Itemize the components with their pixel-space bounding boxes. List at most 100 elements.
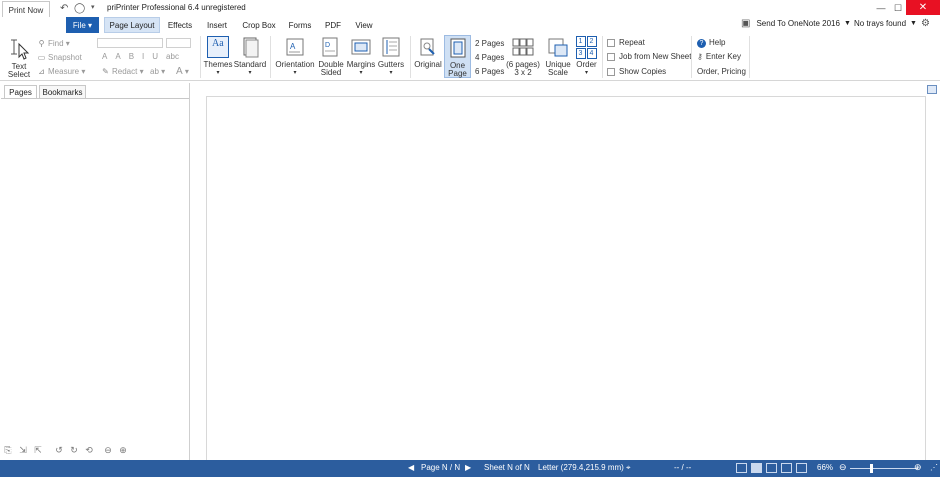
thumbnail-list[interactable] [1,98,189,443]
page-preview[interactable] [206,96,926,461]
rotate-both-icon[interactable]: ⟲ [84,445,94,455]
search-icon[interactable]: ◯ [74,3,85,14]
previous-page-icon[interactable]: ◀ [408,463,414,472]
separator [410,36,411,78]
tab-pdf[interactable]: PDF [320,17,346,33]
format-buttons[interactable]: AABIUabc [102,52,179,61]
underline-icon[interactable]: U [152,52,166,61]
tab-effects[interactable]: Effects [164,17,196,33]
rotate-right-icon[interactable]: ↻ [69,445,79,455]
order-pricing-link[interactable]: Order, Pricing [697,67,746,76]
printer-select[interactable]: ▣ Send To OneNote 2016 ▼ [741,15,851,31]
separator [602,36,603,78]
checkbox-icon [607,52,615,61]
cursor-position-icon: ⌖ [626,463,631,472]
checkbox-icon [607,67,615,76]
undo-icon[interactable]: ↶ [60,3,68,14]
orientation-icon: A [284,36,306,58]
font-family-combo[interactable] [97,38,163,48]
redact-button[interactable]: ✎ Redact ▾ [101,67,143,76]
page-indicator: Page N / N [421,463,461,472]
font-size-combo[interactable] [166,38,191,48]
two-pages-button[interactable]: 2 Pages [475,39,504,48]
double-sided-button[interactable]: D Double Sided [316,36,346,77]
help-button[interactable]: ? Help [697,38,725,48]
six-pages-button[interactable]: 6 Pages [475,67,504,76]
measure-button[interactable]: ⊿ Measure ▾ [37,67,85,76]
cursor-icon [8,38,30,60]
bold-icon[interactable]: B [129,52,142,61]
zoom-out-icon[interactable]: ⊖ [839,462,847,473]
original-button[interactable]: Original [413,36,443,69]
strikethrough-icon[interactable]: abc [166,52,179,61]
snapshot-button[interactable]: ▭ Snapshot [37,53,82,62]
enter-key-button[interactable]: ⚷ Enter Key [697,52,741,61]
minimize-button[interactable]: — [872,1,890,15]
margins-label: Margins [346,60,376,69]
margins-button[interactable]: Margins ▾ [346,36,376,77]
text-select-button[interactable]: Text Select [6,38,32,79]
view-book-icon[interactable] [736,463,747,473]
zoom-slider[interactable] [850,468,918,469]
tab-bookmarks[interactable]: Bookmarks [39,85,86,99]
tab-insert[interactable]: Insert [202,17,232,33]
close-button[interactable]: ✕ [906,0,940,15]
shrink-font-icon[interactable]: A [115,52,128,61]
themes-button[interactable]: Aa Themes ▾ [204,36,232,77]
four-pages-button[interactable]: 4 Pages [475,53,504,62]
camera-icon: ▭ [37,53,46,62]
status-bar: ◀ Page N / N ▶ Sheet N of N Letter (279.… [0,460,940,477]
zoom-out-icon[interactable]: ⊖ [103,445,113,455]
standard-button[interactable]: Standard ▾ [233,36,267,77]
tab-crop-box[interactable]: Crop Box [238,17,280,33]
grow-font-icon[interactable]: A [102,52,115,61]
text-select-label-2: Select [7,70,31,79]
view-grid-icon[interactable] [781,463,792,473]
svg-text:A: A [290,42,296,51]
gear-icon[interactable]: ⚙ [921,15,935,31]
double-sided-icon: D [320,36,342,58]
margins-icon [350,36,372,58]
view-continuous-icon[interactable] [796,463,807,473]
font-color-button[interactable]: A ▾ [176,66,189,77]
panel-toggle-icon[interactable] [927,85,937,94]
zoom-in-icon[interactable]: ⊕ [118,445,128,455]
view-single-icon[interactable] [751,463,762,473]
job-from-new-sheet-checkbox[interactable]: Job from New Sheet [607,52,691,61]
paper-size: Letter (279.4,215.9 mm) [538,463,624,472]
maximize-button[interactable]: ☐ [889,1,907,15]
gutters-button[interactable]: Gutters ▾ [376,36,406,77]
extract-page-icon[interactable]: ⇱ [33,445,43,455]
tab-file[interactable]: File ▾ [66,17,99,33]
unique-scale-button[interactable]: Unique Scale [543,36,573,77]
zoom-slider-thumb[interactable] [870,464,873,473]
tray-select[interactable]: No trays found ▼ [854,15,920,31]
show-copies-checkbox[interactable]: Show Copies [607,67,666,76]
quick-access-dropdown-icon[interactable]: ▾ [91,3,95,11]
next-page-icon[interactable]: ▶ [465,463,471,472]
zoom-in-icon[interactable]: ⊕ [914,462,922,473]
highlight-button[interactable]: ab ▾ [150,67,165,76]
tab-view[interactable]: View [351,17,377,33]
find-button[interactable]: ⚲ Find ▾ [37,39,70,48]
grid-icon [512,36,534,58]
orientation-label: Orientation [275,60,315,69]
italic-icon[interactable]: I [142,52,152,61]
gutters-label: Gutters [377,60,405,69]
zoom-level[interactable]: 66% [817,463,833,472]
repeat-checkbox[interactable]: Repeat [607,38,645,47]
order-button[interactable]: 1 2 3 4 Order ▾ [574,36,599,77]
add-page-icon[interactable]: ⎘ [3,445,13,455]
tab-pages[interactable]: Pages [4,85,37,99]
resize-grip-icon[interactable]: ⋰ [930,463,938,472]
rotate-left-icon[interactable]: ↺ [54,445,64,455]
tab-page-layout[interactable]: Page Layout [104,17,160,33]
insert-page-icon[interactable]: ⇲ [18,445,28,455]
document-view[interactable] [191,83,940,461]
original-icon [417,36,439,58]
orientation-button[interactable]: A Orientation ▾ [274,36,316,77]
six-pages-layout-button[interactable]: (6 pages) 3 x 2 [506,36,540,77]
one-page-button[interactable]: One Page [444,35,471,78]
tab-forms[interactable]: Forms [285,17,315,33]
view-fit-icon[interactable] [766,463,777,473]
